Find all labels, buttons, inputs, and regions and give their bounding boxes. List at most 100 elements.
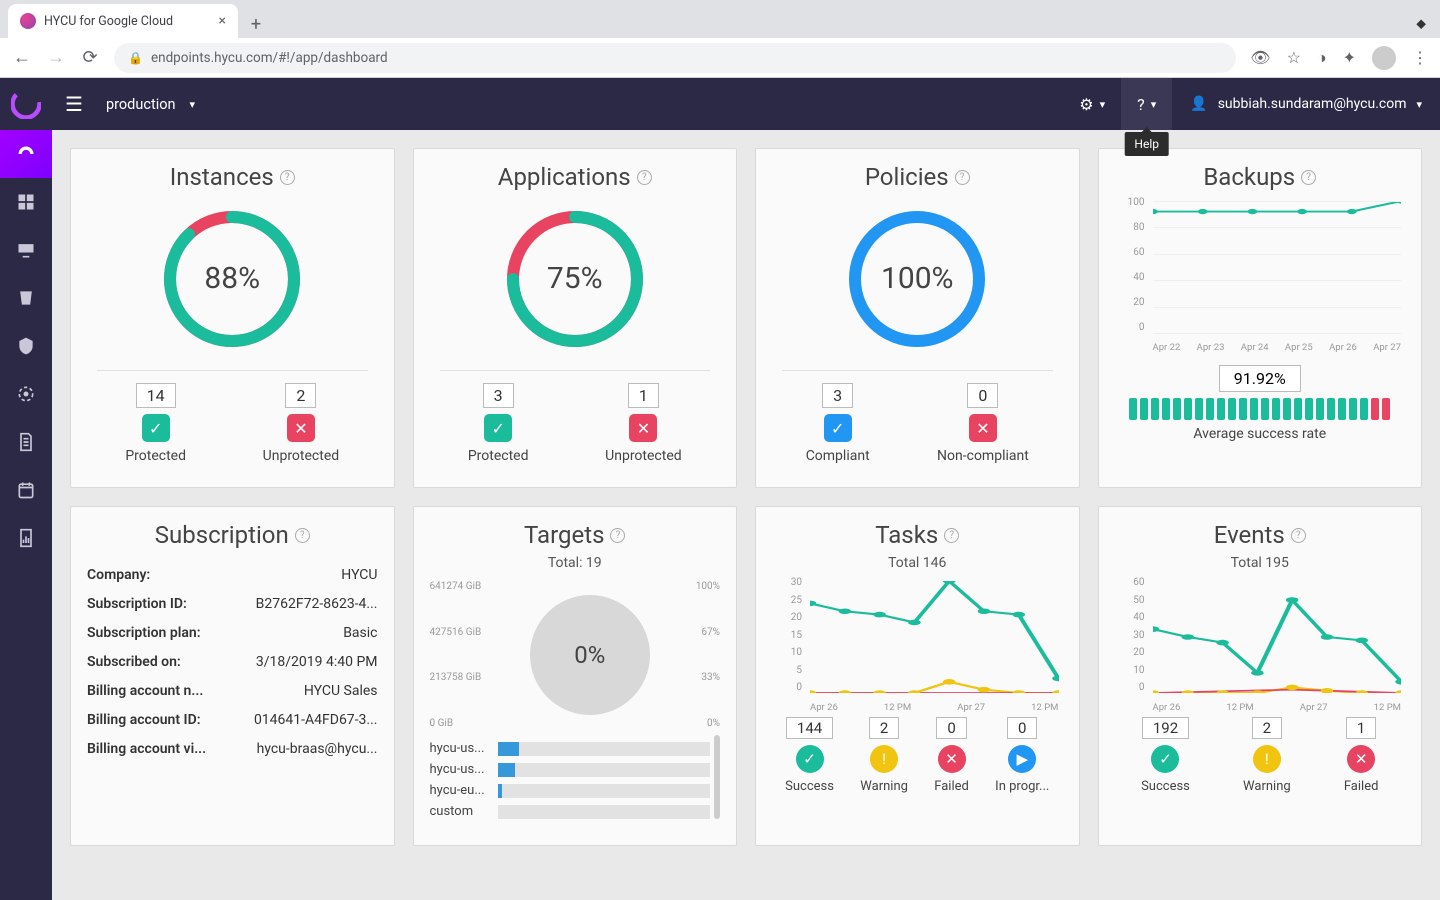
forward-icon: →: [46, 47, 66, 68]
target-row[interactable]: hycu-eu...: [430, 783, 711, 798]
info-icon[interactable]: ?: [1301, 170, 1316, 185]
puzzle-icon[interactable]: ✦: [1343, 48, 1356, 67]
card-backups: Backups? 100806040200 Apr 22Apr 23Apr 24…: [1098, 148, 1423, 488]
nav-instances[interactable]: [0, 226, 52, 274]
card-events: Events? Total 195 6050403020100 Apr 2612: [1098, 506, 1423, 846]
favicon: [20, 13, 36, 29]
kv-row: Billing account n...HYCU Sales: [87, 683, 378, 699]
stat-in progr...[interactable]: 0▶In progr...: [995, 717, 1049, 794]
tasks-total: Total 146: [772, 555, 1063, 571]
target-row[interactable]: hycu-us...: [430, 741, 711, 756]
app-body: Instances? 88% 14 ✓ Protected 2 ✕ Unpr: [0, 130, 1440, 900]
check-shield-icon: ✓: [484, 414, 512, 442]
card-tasks: Tasks? Total 146 302520151050 Apr 2612 P: [755, 506, 1080, 846]
stat-failed[interactable]: 0✕Failed: [934, 717, 969, 794]
environment-label: production: [106, 96, 176, 113]
events-total: Total 195: [1115, 555, 1406, 571]
nav-tasks[interactable]: [0, 418, 52, 466]
kv-row: Billing account vi...hycu-braas@hycu...: [87, 741, 378, 757]
extension-icon[interactable]: ◑: [1317, 48, 1327, 68]
nav-buckets[interactable]: [0, 274, 52, 322]
instances-donut: 88%: [157, 204, 307, 354]
hamburger-icon[interactable]: ☰: [52, 92, 96, 116]
info-icon[interactable]: ?: [295, 528, 310, 543]
star-icon[interactable]: ☆: [1287, 48, 1301, 67]
kebab-icon[interactable]: ⋮: [1412, 48, 1428, 67]
stat-warning[interactable]: 2!Warning: [1243, 717, 1291, 794]
chrome-menu-expand-icon[interactable]: ⬥: [1402, 16, 1440, 38]
nav-dashboard[interactable]: [0, 130, 52, 178]
card-title: Backups?: [1115, 163, 1406, 191]
stat-warning[interactable]: 2!Warning: [860, 717, 908, 794]
reload-icon[interactable]: ⟳: [80, 47, 100, 68]
info-icon[interactable]: ?: [944, 528, 959, 543]
user-menu[interactable]: 👤 subbiah.sundaram@hycu.com ▾: [1172, 96, 1440, 112]
instances-percent: 88%: [157, 204, 307, 354]
environment-selector[interactable]: production ▾: [96, 96, 205, 113]
kv-row: Subscribed on:3/18/2019 4:40 PM: [87, 654, 378, 670]
warning-icon: !: [1253, 745, 1281, 773]
warning-icon: !: [870, 745, 898, 773]
policies-donut: 100%: [842, 204, 992, 354]
user-icon: 👤: [1190, 96, 1207, 112]
stat-noncompliant[interactable]: 0 ✕ Non-compliant: [937, 383, 1029, 464]
targets-percent: 0%: [530, 595, 650, 715]
info-icon[interactable]: ?: [1291, 528, 1306, 543]
lock-icon: 🔒: [128, 51, 143, 65]
card-title: Policies?: [772, 163, 1063, 191]
nav-events[interactable]: [0, 466, 52, 514]
scrollbar[interactable]: [714, 735, 720, 819]
target-row[interactable]: custom: [430, 804, 711, 819]
nav-rail: [0, 130, 52, 900]
profile-avatar[interactable]: [1372, 46, 1396, 70]
chevron-down-icon: ▾: [1151, 98, 1157, 111]
card-title: Instances?: [87, 163, 378, 191]
address-bar[interactable]: 🔒 endpoints.hycu.com/#!/app/dashboard: [114, 43, 1236, 73]
close-icon[interactable]: ×: [219, 13, 226, 29]
target-row[interactable]: hycu-us...: [430, 762, 711, 777]
card-instances: Instances? 88% 14 ✓ Protected 2 ✕ Unpr: [70, 148, 395, 488]
nav-targets[interactable]: [0, 370, 52, 418]
stat-protected[interactable]: 14 ✓ Protected: [125, 383, 186, 464]
nav-protection[interactable]: [0, 322, 52, 370]
info-icon[interactable]: ?: [955, 170, 970, 185]
browser-tab[interactable]: HYCU for Google Cloud ×: [8, 4, 238, 38]
chrome-right-icons: 👁 ☆ ◑ ✦ ⋮: [1250, 46, 1428, 70]
stat-success[interactable]: 192✓Success: [1141, 717, 1190, 794]
new-tab-button[interactable]: +: [242, 10, 270, 38]
stat-failed[interactable]: 1✕Failed: [1344, 717, 1379, 794]
settings-button[interactable]: ⚙▾: [1063, 78, 1121, 130]
targets-rows: hycu-us... hycu-us... hycu-eu... custom: [430, 741, 711, 819]
stat-protected[interactable]: 3 ✓ Protected: [468, 383, 529, 464]
failed-icon: ✕: [938, 745, 966, 773]
backups-rate: 91.92%: [1219, 365, 1301, 392]
eye-icon[interactable]: 👁: [1250, 48, 1270, 67]
backups-chart: 100806040200 Apr 22Apr 23Apr 24Apr 25Apr…: [1115, 197, 1406, 357]
stat-unprotected[interactable]: 2 ✕ Unprotected: [263, 383, 340, 464]
info-icon[interactable]: ?: [280, 170, 295, 185]
tab-title: HYCU for Google Cloud: [44, 14, 173, 29]
back-icon[interactable]: ←: [12, 47, 32, 68]
nav-apps[interactable]: [0, 178, 52, 226]
card-title: Events?: [1115, 521, 1406, 549]
stat-unprotected[interactable]: 1 ✕ Unprotected: [605, 383, 682, 464]
tab-strip: HYCU for Google Cloud × + ⬥: [0, 0, 1440, 38]
stat-success[interactable]: 144✓Success: [785, 717, 834, 794]
tasks-stats: 144✓Success 2!Warning 0✕Failed 0▶In progr..…: [772, 717, 1063, 794]
nav-reports[interactable]: [0, 514, 52, 562]
chevron-down-icon: ▾: [190, 98, 196, 111]
browser-chrome: HYCU for Google Cloud × + ⬥ ← → ⟳ 🔒 endp…: [0, 0, 1440, 78]
info-icon[interactable]: ?: [637, 170, 652, 185]
success-bar-strip: [1115, 398, 1406, 420]
info-icon[interactable]: ?: [610, 528, 625, 543]
gear-icon: ⚙: [1079, 95, 1093, 114]
stat-compliant[interactable]: 3 ✓ Compliant: [806, 383, 870, 464]
x-clipboard-icon: ✕: [969, 414, 997, 442]
targets-gauge: 641274 GiB427516 GiB213758 GiB0 GiB 0% 1…: [430, 575, 721, 735]
card-policies: Policies? 100% 3 ✓ Compliant 0 ✕ Non-c: [755, 148, 1080, 488]
check-shield-icon: ✓: [142, 414, 170, 442]
brand-logo[interactable]: [0, 78, 52, 130]
card-title: Applications?: [430, 163, 721, 191]
kv-row: Company:HYCU: [87, 567, 378, 583]
help-button[interactable]: ?▾ Help: [1121, 78, 1172, 130]
